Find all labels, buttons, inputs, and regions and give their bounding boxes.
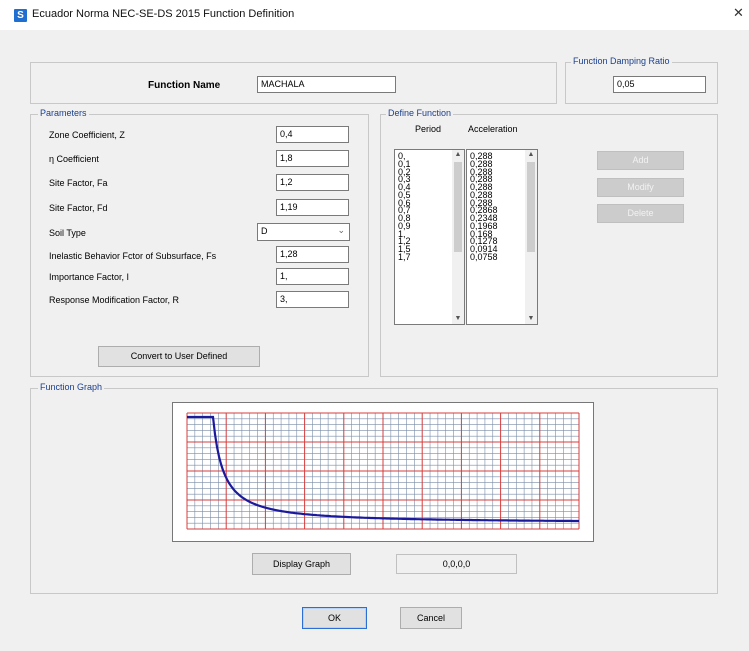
- scroll-up-icon[interactable]: ▲: [525, 150, 537, 160]
- convert-to-user-defined-button[interactable]: Convert to User Defined: [98, 346, 260, 367]
- damping-title: Function Damping Ratio: [571, 56, 672, 66]
- graph-area: [172, 402, 594, 542]
- acceleration-list-item[interactable]: 0,0758: [467, 252, 525, 262]
- acceleration-scroll-thumb[interactable]: [527, 162, 535, 252]
- close-icon[interactable]: ✕: [733, 6, 744, 20]
- fs-factor-label: Inelastic Behavior Fctor of Subsurface, …: [49, 251, 217, 261]
- acceleration-column-header: Acceleration: [468, 124, 518, 134]
- acceleration-list[interactable]: 0,288 0,288 0,288 0,288 0,288 0,288 0,288 0,286…: [466, 149, 538, 325]
- site-factor-fd-label: Site Factor, Fd: [49, 203, 108, 213]
- site-factor-fa-input[interactable]: 1,2: [276, 174, 349, 191]
- damping-ratio-input[interactable]: 0,05: [613, 76, 706, 93]
- define-function-title: Define Function: [386, 108, 454, 118]
- scroll-up-icon[interactable]: ▲: [452, 150, 464, 160]
- add-button[interactable]: Add: [597, 151, 684, 170]
- eta-coefficient-input[interactable]: 1,8: [276, 150, 349, 167]
- period-scroll-thumb[interactable]: [454, 162, 462, 252]
- chevron-down-icon: ⌄: [337, 225, 345, 235]
- soil-type-value: D: [261, 226, 268, 236]
- fs-factor-input[interactable]: 1,28: [276, 246, 349, 263]
- cancel-button[interactable]: Cancel: [400, 607, 462, 629]
- coordinate-readout: 0,0,0,0: [396, 554, 517, 574]
- function-name-input[interactable]: MACHALA: [257, 76, 396, 93]
- response-modification-label: Response Modification Factor, R: [49, 295, 180, 305]
- period-list-scrollbar[interactable]: ▲ ▼: [452, 150, 464, 324]
- function-graph-title: Function Graph: [38, 382, 105, 392]
- modify-button[interactable]: Modify: [597, 178, 684, 197]
- acceleration-list-scrollbar[interactable]: ▲ ▼: [525, 150, 537, 324]
- period-list-item[interactable]: 1,7: [395, 252, 453, 262]
- display-graph-button[interactable]: Display Graph: [252, 553, 351, 575]
- window-title: Ecuador Norma NEC-SE-DS 2015 Function De…: [32, 8, 295, 20]
- importance-factor-label: Importance Factor, I: [49, 272, 130, 282]
- site-factor-fa-label: Site Factor, Fa: [49, 178, 108, 188]
- scroll-down-icon[interactable]: ▼: [525, 314, 537, 324]
- importance-factor-input[interactable]: 1,: [276, 268, 349, 285]
- function-name-label: Function Name: [148, 80, 221, 91]
- scroll-down-icon[interactable]: ▼: [452, 314, 464, 324]
- soil-type-label: Soil Type: [49, 228, 86, 238]
- delete-button[interactable]: Delete: [597, 204, 684, 223]
- app-icon: S: [14, 9, 27, 22]
- period-list[interactable]: 0, 0,1 0,2 0,3 0,4 0,5 0,6 0,7 0,8 0,9 1, 1,2 1,5 1,7…: [394, 149, 465, 325]
- parameters-title: Parameters: [38, 108, 89, 118]
- eta-coefficient-label: η Coefficient: [49, 154, 99, 164]
- zone-coefficient-label: Zone Coefficient, Z: [49, 130, 125, 140]
- period-column-header: Period: [415, 124, 442, 134]
- response-modification-input[interactable]: 3,: [276, 291, 349, 308]
- function-graph: [186, 412, 580, 530]
- zone-coefficient-input[interactable]: 0,4: [276, 126, 349, 143]
- ok-button[interactable]: OK: [302, 607, 367, 629]
- soil-type-select[interactable]: D ⌄: [257, 223, 350, 241]
- site-factor-fd-input[interactable]: 1,19: [276, 199, 349, 216]
